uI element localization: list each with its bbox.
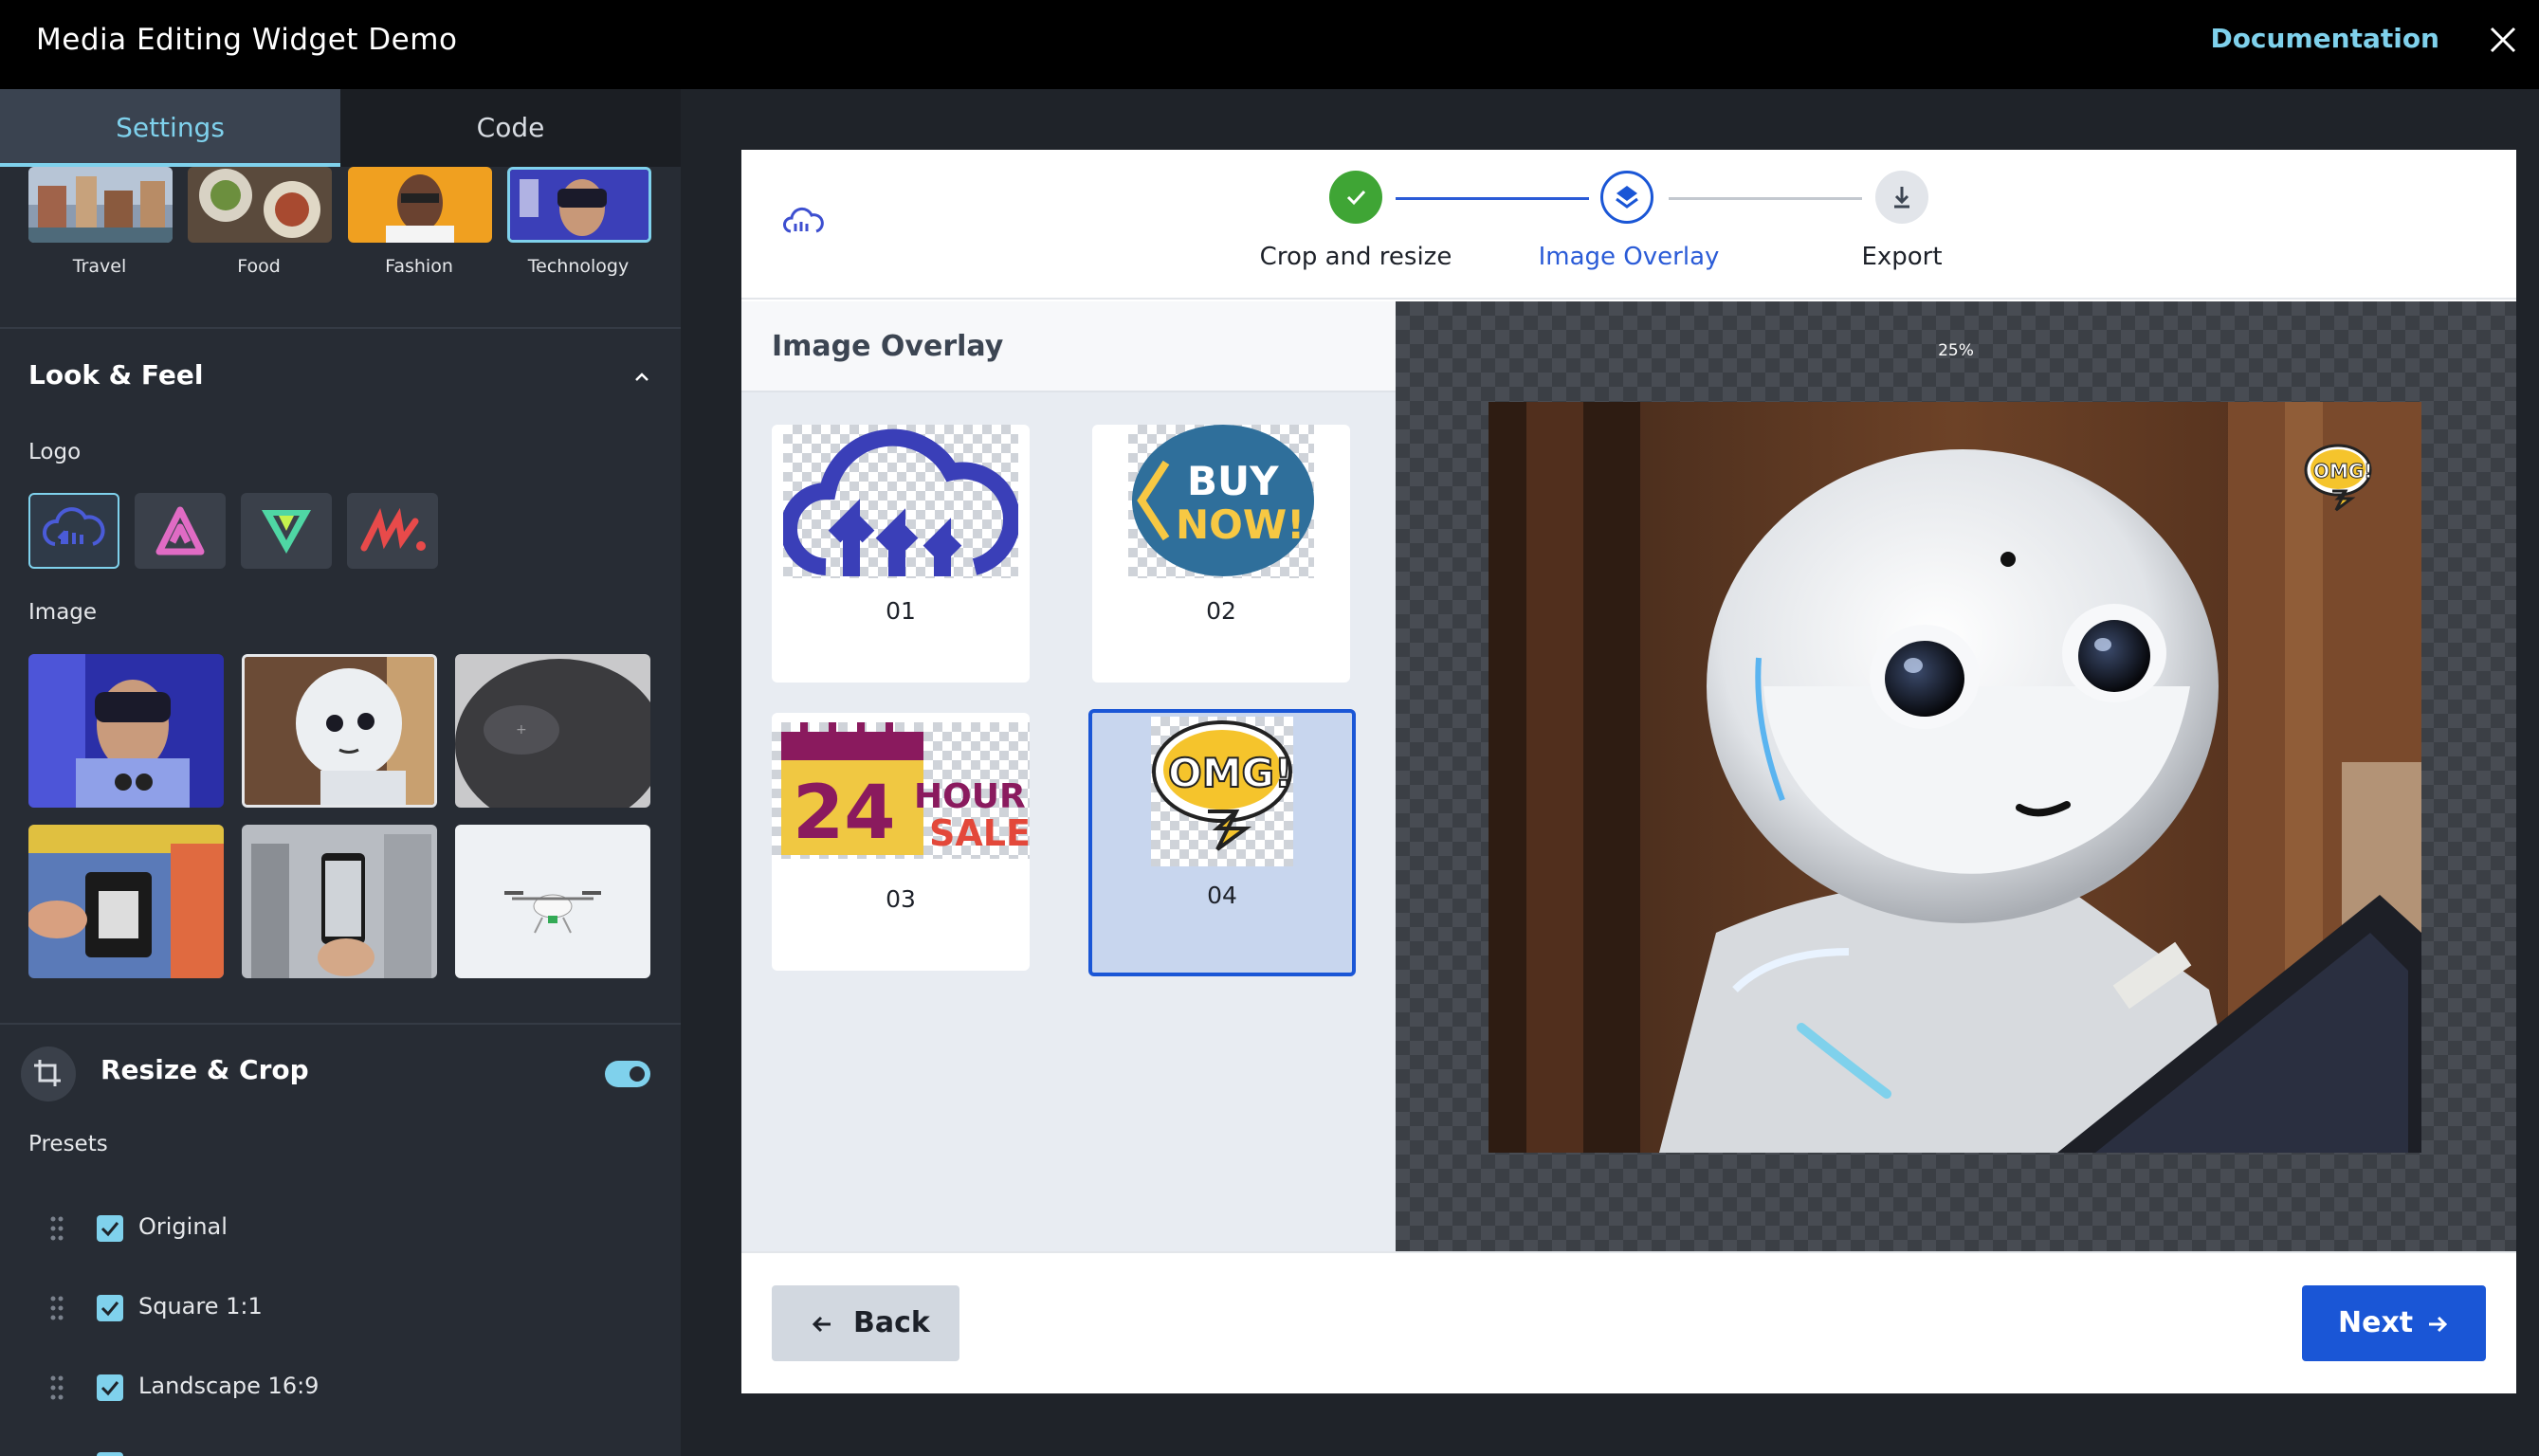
- resize-crop-toggle[interactable]: [605, 1061, 650, 1087]
- documentation-link[interactable]: Documentation: [2210, 23, 2439, 54]
- image-option-vr[interactable]: [28, 654, 224, 808]
- category-label: Technology: [527, 256, 630, 277]
- svg-text:+: +: [516, 722, 527, 737]
- drag-handle-icon[interactable]: [49, 1374, 64, 1401]
- drag-handle-icon[interactable]: [49, 1215, 64, 1242]
- arrow-right-icon: [2425, 1311, 2450, 1344]
- overlay-option-01[interactable]: 01: [772, 425, 1030, 682]
- panel-tabs: Settings Code: [0, 89, 681, 167]
- preset-label: Landscape 16:9: [138, 1373, 320, 1399]
- back-button-label: Back: [853, 1306, 930, 1339]
- tab-code[interactable]: Code: [340, 89, 681, 167]
- overlay-art-text: NOW!: [1176, 501, 1305, 548]
- category-label: Travel: [72, 256, 127, 277]
- category-fashion-thumb[interactable]: [348, 167, 492, 243]
- image-label: Image: [28, 600, 98, 625]
- overlay-art-text: OMG!: [1168, 750, 1292, 796]
- download-icon[interactable]: [1875, 171, 1928, 224]
- overlay-panel-header: Image Overlay: [741, 301, 1396, 392]
- logo-label: Logo: [28, 440, 82, 464]
- tab-settings[interactable]: Settings: [0, 89, 340, 167]
- preset-row-landscape: Landscape 16:9: [49, 1369, 618, 1407]
- robot-photo: OMG!: [1489, 402, 2421, 1153]
- image-option-speaker[interactable]: +: [455, 654, 650, 808]
- overlay-number: 04: [1207, 882, 1237, 909]
- step-connector: [1396, 197, 1589, 200]
- preset-row-original: Original: [49, 1210, 618, 1247]
- image-option-robot[interactable]: [242, 654, 437, 808]
- top-bar: Media Editing Widget Demo Documentation: [0, 0, 2539, 89]
- overlay-art-text: 24: [793, 771, 896, 856]
- overlay-number: 03: [886, 885, 916, 913]
- next-button[interactable]: Next: [2302, 1285, 2486, 1361]
- preset-label: Square 1:1: [138, 1293, 263, 1320]
- category-food-thumb[interactable]: [188, 167, 332, 243]
- settings-panel: Settings Code Travel Food Fashion Techno…: [0, 89, 681, 1456]
- zoom-level: 25%: [1938, 341, 1974, 360]
- look-feel-heading: Look & Feel: [28, 359, 204, 391]
- media-editor-widget: Crop and resize Image Overlay Export Ima…: [741, 150, 2516, 1393]
- image-option-shopping[interactable]: [28, 825, 224, 978]
- overlay-thumbnail: 24 HOUR SALE: [772, 722, 1030, 859]
- next-button-label: Next: [2338, 1306, 2414, 1339]
- overlay-art-text: SALE: [929, 812, 1030, 854]
- arrow-left-icon: [810, 1311, 834, 1344]
- overlay-panel: Image Overlay 01 BUY NOW! 02 24 HOUR SALE 0…: [741, 301, 1396, 1251]
- overlay-art-text: HOUR: [914, 777, 1026, 816]
- overlay-thumbnail: OMG!: [1151, 717, 1293, 866]
- toggle-knob: [628, 1065, 647, 1083]
- image-preview[interactable]: 25% OMG!: [1396, 301, 2516, 1251]
- step-done-icon[interactable]: [1329, 171, 1382, 224]
- step-label: Export: [1861, 243, 1943, 271]
- app-title: Media Editing Widget Demo: [36, 23, 458, 57]
- preset-row-partial: [49, 1447, 618, 1456]
- image-option-drone[interactable]: [455, 825, 650, 978]
- close-icon[interactable]: [2484, 21, 2522, 59]
- preset-checkbox[interactable]: [97, 1295, 123, 1321]
- logo-option-m[interactable]: [347, 493, 438, 569]
- overlay-thumbnail: BUY NOW!: [1128, 425, 1314, 578]
- overlay-option-04[interactable]: OMG! 04: [1088, 709, 1356, 976]
- step-connector: [1669, 197, 1862, 200]
- category-technology-thumb[interactable]: [507, 167, 651, 243]
- overlay-sticker-text: OMG!: [2313, 460, 2372, 482]
- drag-handle-icon[interactable]: [49, 1295, 64, 1321]
- preset-label: Original: [138, 1213, 228, 1240]
- overlay-number: 02: [1206, 597, 1236, 625]
- cloud-logo-icon: [781, 203, 825, 241]
- layers-icon[interactable]: [1600, 171, 1653, 224]
- category-travel-thumb[interactable]: [28, 167, 173, 243]
- preset-checkbox[interactable]: [97, 1452, 123, 1456]
- category-label: Fashion: [385, 256, 453, 277]
- resize-crop-heading: Resize & Crop: [100, 1054, 309, 1085]
- overlay-option-02[interactable]: BUY NOW! 02: [1092, 425, 1350, 682]
- category-label: Food: [237, 256, 281, 277]
- presets-label: Presets: [28, 1132, 108, 1156]
- preset-checkbox[interactable]: [97, 1374, 123, 1401]
- chevron-up-icon[interactable]: [630, 366, 653, 389]
- overlay-art-text: BUY: [1187, 458, 1279, 504]
- divider: [0, 1023, 681, 1025]
- logo-option-cloud[interactable]: [28, 493, 119, 569]
- step-label: Crop and resize: [1259, 243, 1452, 271]
- divider: [0, 327, 681, 329]
- stepper: Crop and resize Image Overlay Export: [741, 150, 2516, 300]
- overlay-option-03[interactable]: 24 HOUR SALE 03: [772, 713, 1030, 971]
- logo-option-v[interactable]: [241, 493, 332, 569]
- overlay-thumbnail: [783, 425, 1018, 578]
- step-label: Image Overlay: [1538, 243, 1720, 271]
- logo-option-a[interactable]: [135, 493, 226, 569]
- preset-checkbox[interactable]: [97, 1215, 123, 1242]
- image-option-phone-city[interactable]: [242, 825, 437, 978]
- overlay-panel-title: Image Overlay: [772, 330, 1004, 363]
- preset-row-square: Square 1:1: [49, 1289, 618, 1327]
- overlay-number: 01: [886, 597, 916, 625]
- back-button[interactable]: Back: [772, 1285, 959, 1361]
- crop-icon: [21, 1046, 76, 1101]
- wizard-footer: Back Next: [741, 1251, 2516, 1393]
